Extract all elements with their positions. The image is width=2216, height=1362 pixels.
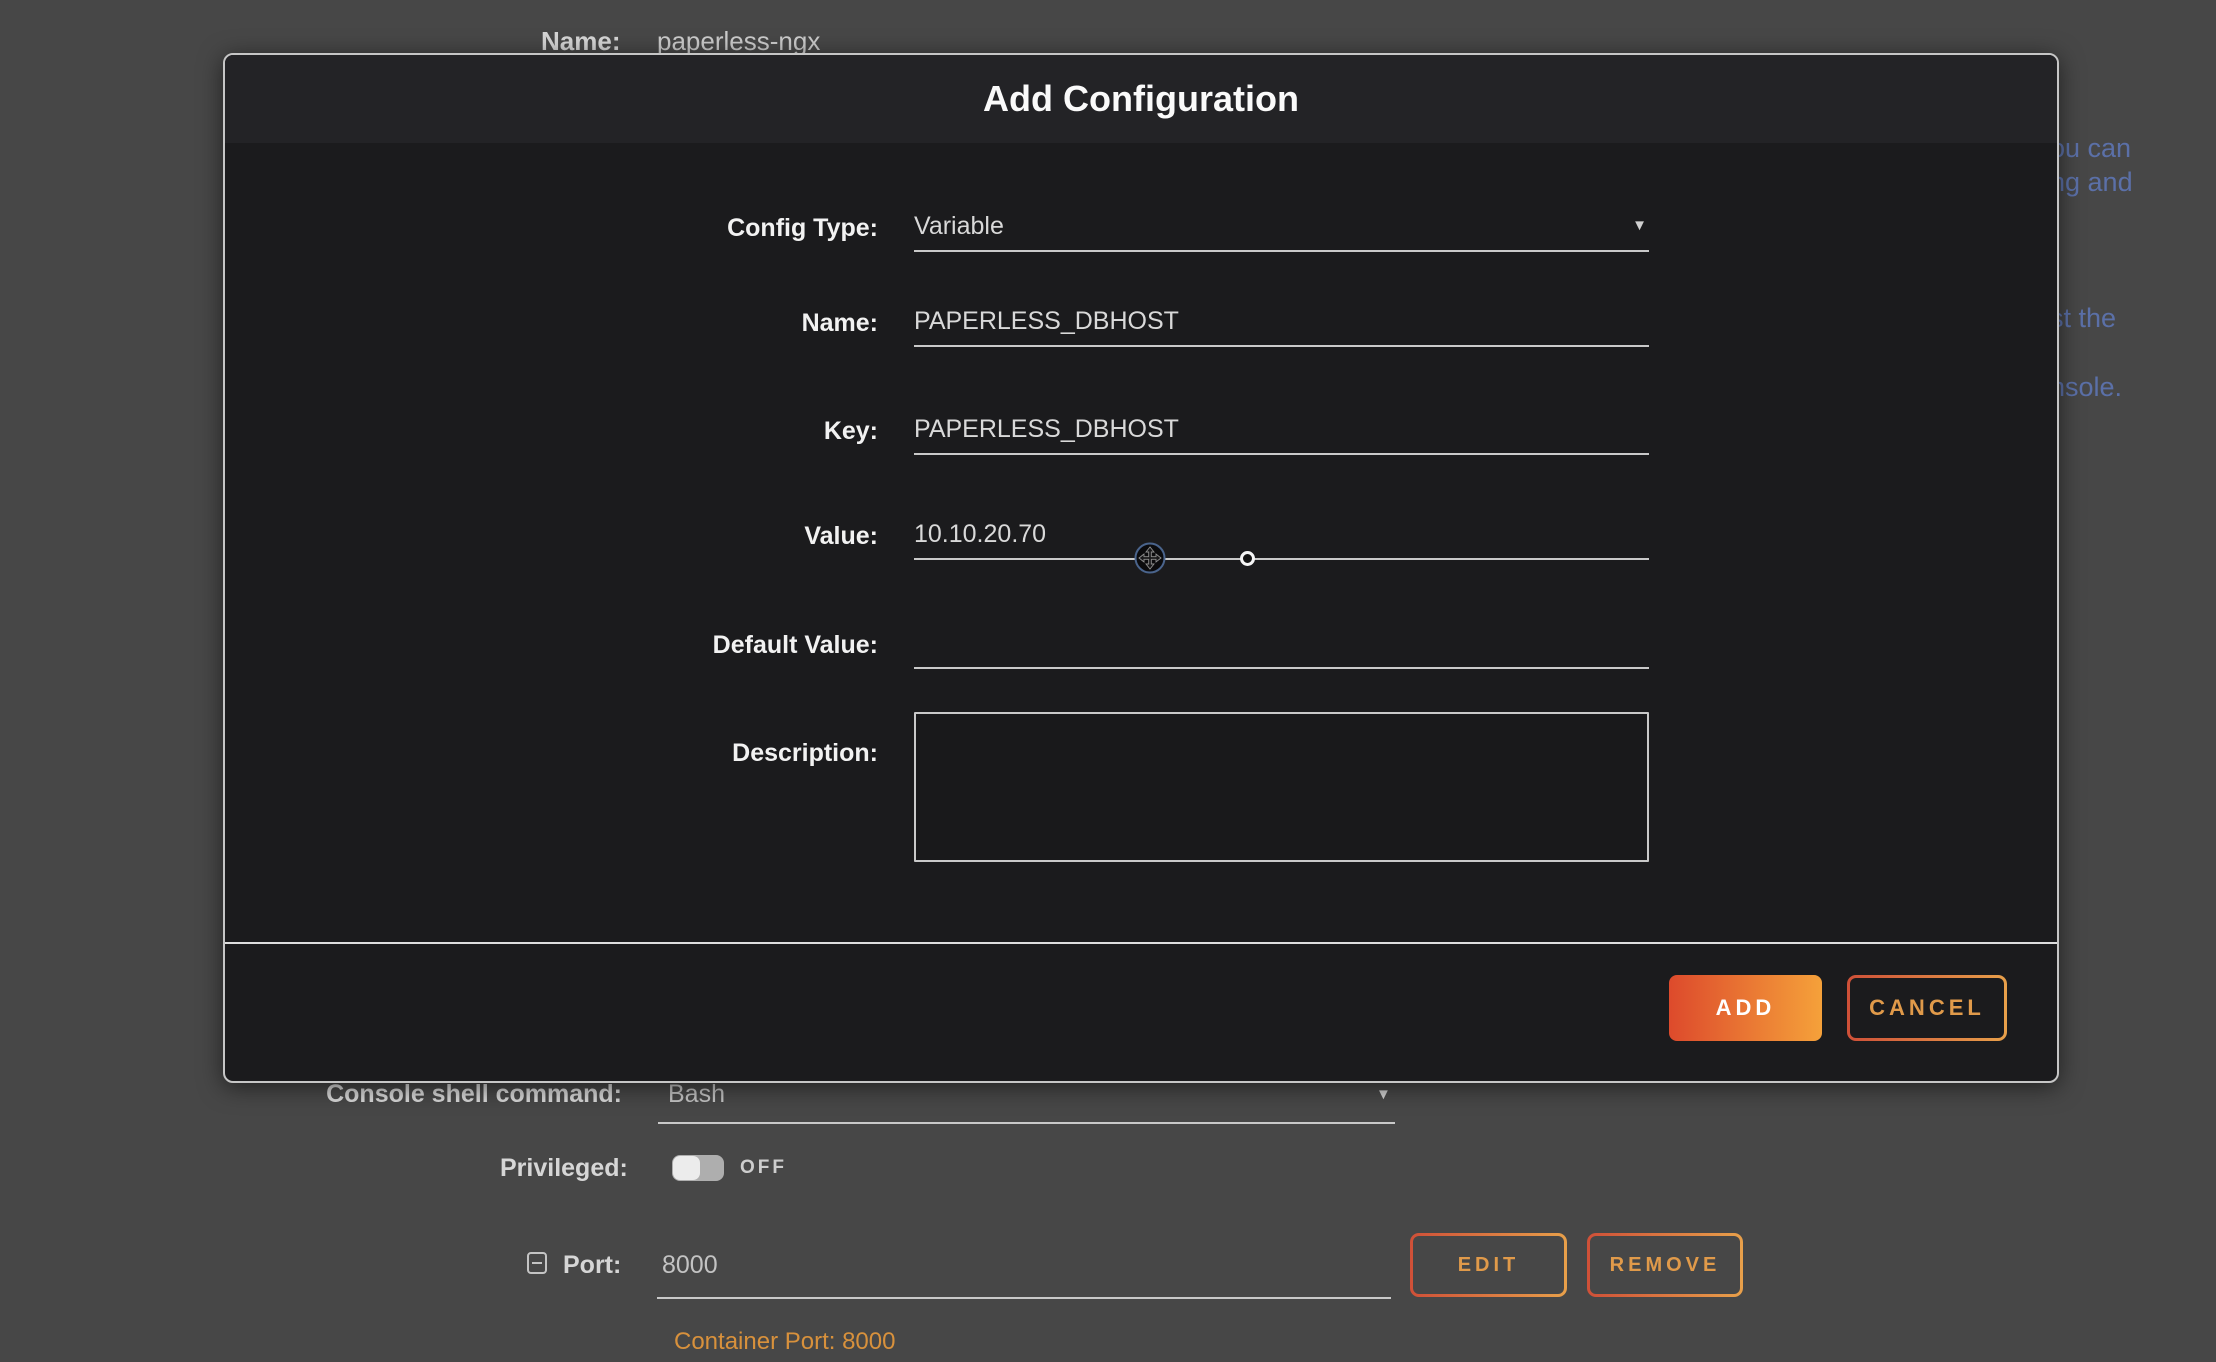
privileged-toggle[interactable] bbox=[672, 1155, 724, 1181]
edit-button[interactable]: EDIT bbox=[1410, 1233, 1567, 1297]
remove-button[interactable]: REMOVE bbox=[1587, 1233, 1743, 1297]
modal-title: Add Configuration bbox=[225, 55, 2057, 143]
cancel-button[interactable]: CANCEL bbox=[1847, 975, 2007, 1041]
default-value-row: Default Value: bbox=[225, 621, 2057, 669]
key-label: Key: bbox=[225, 411, 878, 451]
name-field[interactable] bbox=[914, 299, 1649, 343]
move-cursor-icon bbox=[1134, 542, 1166, 574]
bg-help-text-line: ou can bbox=[2050, 132, 2131, 164]
key-field[interactable] bbox=[914, 407, 1649, 451]
description-label: Description: bbox=[225, 733, 878, 773]
port-label: Port: bbox=[563, 1248, 621, 1282]
chevron-down-icon[interactable]: ▼ bbox=[1376, 1087, 1391, 1102]
bg-help-text-line: st the bbox=[2050, 302, 2116, 334]
config-type-value: Variable bbox=[914, 204, 1649, 248]
name-label: Name: bbox=[225, 303, 878, 343]
key-row: Key: bbox=[225, 407, 2057, 455]
bg-help-text-line: ng and bbox=[2050, 166, 2133, 198]
modal-titlebar: Add Configuration bbox=[225, 55, 2057, 143]
config-type-row: Config Type: Variable ▼ bbox=[225, 204, 2057, 252]
privileged-label: Privileged: bbox=[500, 1151, 622, 1185]
chevron-down-icon: ▼ bbox=[1632, 218, 1647, 233]
port-collapse-icon[interactable] bbox=[527, 1252, 547, 1274]
click-point-icon bbox=[1240, 551, 1255, 566]
toggle-knob bbox=[673, 1156, 700, 1180]
description-box bbox=[914, 712, 1649, 862]
default-value-label: Default Value: bbox=[225, 625, 878, 665]
screen: Name: paperless-ngx ou can ng and st the… bbox=[0, 0, 2216, 1362]
config-type-select[interactable]: Variable ▼ bbox=[914, 204, 1649, 252]
value-label: Value: bbox=[225, 516, 878, 556]
port-value: 8000 bbox=[662, 1248, 718, 1282]
add-button[interactable]: ADD bbox=[1669, 975, 1822, 1041]
config-type-label: Config Type: bbox=[225, 208, 878, 248]
cancel-button-label: CANCEL bbox=[1850, 978, 2004, 1038]
port-underline bbox=[657, 1297, 1391, 1299]
modal-separator bbox=[225, 942, 2057, 944]
default-value-field[interactable] bbox=[914, 621, 1649, 665]
name-row: Name: bbox=[225, 299, 2057, 347]
bg-help-text-line: nsole. bbox=[2050, 371, 2122, 403]
edit-button-label: EDIT bbox=[1413, 1236, 1564, 1294]
privileged-state: OFF bbox=[740, 1153, 787, 1183]
remove-button-label: REMOVE bbox=[1590, 1236, 1740, 1294]
value-field[interactable] bbox=[914, 512, 1649, 556]
description-field[interactable] bbox=[916, 714, 1647, 860]
container-port-note: Container Port: 8000 bbox=[674, 1326, 895, 1358]
console-shell-underline bbox=[658, 1122, 1395, 1124]
